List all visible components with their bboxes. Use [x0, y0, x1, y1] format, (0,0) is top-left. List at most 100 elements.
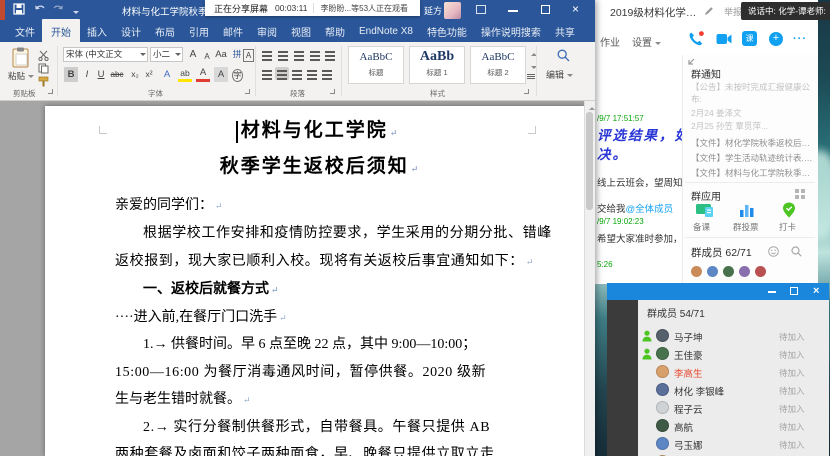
file-item[interactable]: 【文件】材化学院秋季返校后健... — [691, 137, 813, 149]
qat-dropdown-icon[interactable] — [73, 11, 79, 17]
ribbon-display-options-icon[interactable] — [476, 5, 486, 14]
file-item[interactable]: 【文件】学生活动轨迹统计表.d... — [691, 152, 813, 164]
toolbar-settings[interactable]: 设置 — [632, 34, 661, 49]
member-row[interactable]: 王佳豪 待加入 — [638, 346, 829, 363]
tab-endnote[interactable]: EndNote X8 — [352, 22, 420, 41]
subscript-button[interactable]: x₂ — [128, 67, 142, 82]
member-row[interactable]: 李高生 待加入 — [638, 364, 829, 381]
voice-call-icon[interactable] — [688, 31, 704, 47]
increase-indent-icon[interactable] — [323, 48, 337, 61]
account-avatar[interactable] — [444, 2, 461, 19]
bold-button[interactable]: B — [64, 67, 78, 82]
superscript-button[interactable]: x² — [142, 67, 156, 82]
save-icon[interactable] — [13, 3, 25, 15]
search-icon[interactable] — [791, 246, 802, 257]
bullet-list-icon[interactable] — [260, 48, 274, 61]
avatar[interactable] — [755, 266, 766, 277]
doc-body-line[interactable]: 返校报到，现大家已顺利入校。现将有关返校后事宜通知如下： — [115, 252, 539, 272]
doc-body-line[interactable]: 两种套餐及卤面和饺子两种面食，早、晚餐只提供立取立走 — [115, 445, 539, 456]
editing-menu-button[interactable]: 编辑 — [546, 68, 573, 81]
styles-dialog-launcher[interactable] — [524, 89, 529, 94]
maximize-button[interactable] — [790, 287, 798, 295]
align-right-icon[interactable] — [290, 67, 304, 80]
doc-body-line[interactable]: 15:00—16:00 为餐厅消毒通风时间，暂停供餐。2020 级新 — [115, 363, 539, 383]
style-heading-1[interactable]: AaBb 标题 1 — [409, 46, 465, 84]
toolbar-homework[interactable]: 作业 — [600, 34, 620, 49]
text-effects-button[interactable]: A — [160, 67, 174, 82]
paste-clipboard-icon[interactable] — [12, 47, 29, 68]
file-item[interactable]: 【文件】材料与化工学院秋季返... — [691, 167, 813, 179]
app-label[interactable]: 群投票 — [733, 221, 759, 233]
doc-body-line[interactable]: ····进入前,在餐厅门口洗手 — [115, 308, 539, 328]
paragraph-dialog-launcher[interactable] — [330, 89, 335, 94]
font-name-combo[interactable]: 宋体 (中文正文 — [63, 47, 148, 62]
format-painter-icon[interactable] — [38, 76, 49, 87]
close-button[interactable]: × — [813, 286, 819, 296]
avatar[interactable] — [707, 266, 718, 277]
phonetic-guide-button[interactable]: 拼 — [230, 47, 244, 62]
doc-body-line[interactable]: 根据学校工作安排和疫情防控要求，学生采用的分期分批、错峰 — [115, 224, 539, 244]
tab-file[interactable]: 文件 — [8, 20, 42, 43]
check-in-icon[interactable] — [782, 202, 796, 218]
tell-me-search[interactable]: 操作说明搜索 — [478, 20, 548, 43]
close-button[interactable]: × — [572, 2, 579, 16]
doc-title-line[interactable]: 材料与化工学院 — [105, 121, 535, 143]
strikethrough-button[interactable]: abc — [110, 67, 124, 82]
member-row[interactable]: 材化 李银峰 待加入 — [638, 382, 829, 399]
scrollbar-thumb[interactable] — [586, 112, 593, 210]
avatar[interactable] — [723, 266, 734, 277]
italic-button[interactable]: I — [80, 67, 94, 82]
underline-button[interactable]: U — [94, 67, 108, 82]
maximize-button[interactable] — [541, 5, 550, 14]
add-icon[interactable]: + — [769, 32, 783, 46]
share-button[interactable]: 共享 — [548, 20, 582, 43]
enclose-characters-button[interactable]: 字 — [232, 69, 243, 82]
grid-icon[interactable] — [795, 189, 805, 199]
smiley-icon[interactable] — [768, 246, 779, 257]
notice-item[interactable]: 2月25 孙笠 覃觅萍... — [691, 120, 768, 132]
grow-font-button[interactable]: A — [186, 47, 200, 62]
prepare-class-icon[interactable] — [695, 203, 714, 218]
tab-references[interactable]: 引用 — [182, 20, 216, 43]
app-label[interactable]: 备课 — [693, 221, 710, 233]
tab-design[interactable]: 设计 — [114, 20, 148, 43]
character-border-button[interactable]: A — [243, 49, 254, 62]
redo-icon[interactable] — [52, 4, 64, 15]
character-shading-button[interactable]: A — [214, 67, 228, 82]
align-left-icon[interactable] — [260, 67, 274, 80]
member-row[interactable]: 高航 待加入 — [638, 418, 829, 435]
tab-special-features[interactable]: 特色功能 — [420, 20, 474, 43]
doc-body-line[interactable]: 1.→ 供餐时间。早 6 点至晚 22 点，其中 9:00—10:00； — [115, 335, 539, 355]
group-vote-icon[interactable] — [739, 203, 755, 218]
mention-all-members[interactable]: @全体成员 — [626, 204, 674, 215]
member-window-titlebar[interactable]: × — [607, 283, 829, 300]
minimize-button[interactable] — [768, 291, 776, 293]
style-heading-2[interactable]: AaBbC 标题 2 — [470, 46, 526, 84]
tab-home[interactable]: 开始 — [42, 19, 80, 43]
notice-item[interactable]: 2月24 姜泽文 — [691, 107, 742, 119]
avatar[interactable] — [739, 266, 750, 277]
cut-icon[interactable] — [38, 50, 49, 61]
highlight-color-button[interactable]: ab — [178, 67, 192, 82]
font-color-button[interactable]: A — [196, 67, 210, 82]
scroll-up-arrow-icon[interactable] — [589, 104, 595, 110]
tab-review[interactable]: 审阅 — [250, 20, 284, 43]
paste-button[interactable]: 粘贴 — [8, 70, 34, 82]
shrink-font-button[interactable]: A — [200, 49, 214, 64]
decrease-indent-icon[interactable] — [308, 48, 322, 61]
minimize-button[interactable] — [508, 10, 518, 12]
undo-icon[interactable] — [34, 4, 46, 15]
doc-title-line[interactable]: 秋季学生返校后须知 — [105, 157, 535, 179]
member-row[interactable]: 马子坤 待加入 — [638, 328, 829, 345]
edit-pencil-icon[interactable] — [704, 6, 714, 16]
find-icon[interactable] — [557, 49, 570, 62]
align-center-icon[interactable] — [275, 67, 289, 80]
report-link[interactable]: 举报 — [724, 5, 742, 18]
screen-share-bar[interactable]: 正在分享屏幕 00:03:11 李盼盼...等53人正在观看 — [205, 0, 420, 16]
course-icon[interactable]: 课 — [742, 31, 757, 46]
app-label[interactable]: 打卡 — [779, 221, 796, 233]
styles-gallery-more-icon[interactable] — [527, 74, 535, 79]
doc-heading-line[interactable]: 一、返校后就餐方式 — [115, 280, 539, 300]
copy-icon[interactable] — [38, 63, 49, 74]
font-size-combo[interactable]: 小二 — [150, 47, 183, 62]
